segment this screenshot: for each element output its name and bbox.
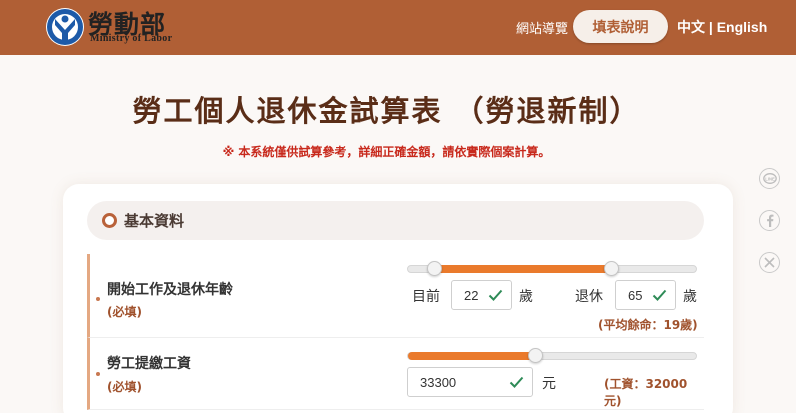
current-age-handle[interactable]: [426, 261, 442, 276]
retire-age-label: 退休: [575, 289, 603, 305]
retire-age-unit: 歲: [683, 289, 697, 305]
line-share-icon[interactable]: LINE: [759, 168, 780, 189]
lang-zh-link[interactable]: 中文: [677, 19, 705, 35]
wage-input[interactable]: 33300: [407, 367, 533, 397]
section-header-basic-info: 基本資料: [87, 201, 704, 240]
retire-age-value: 65: [628, 287, 643, 303]
lang-en-link[interactable]: English: [717, 19, 768, 35]
current-age-value: 22: [464, 287, 479, 303]
age-range-slider[interactable]: [407, 261, 697, 276]
logo-english-text: Ministry of Labor: [90, 33, 173, 44]
form-guide-button[interactable]: 填表說明: [573, 10, 668, 43]
form-row-wage: 勞工提繳工資 (必填) 33300 元 (工資：32000元): [87, 338, 704, 410]
row-bullet-icon: [96, 372, 100, 376]
page-title: 勞工個人退休金試算表 （勞退新制）: [132, 94, 641, 128]
current-age-unit: 歲: [519, 289, 533, 305]
top-header: 勞動部 Ministry of Labor 網站導覽 填表說明 中文 | Eng…: [0, 0, 796, 55]
wage-note: (工資：32000元): [604, 377, 688, 408]
check-icon: [652, 289, 667, 301]
lang-separator: |: [705, 19, 717, 35]
row-label: 勞工提繳工資: [107, 356, 191, 372]
facebook-share-icon[interactable]: [759, 210, 780, 231]
disclaimer-text: ※ 本系統僅供試算參考，詳細正確金額，請依實際個案計算。: [222, 145, 551, 159]
wage-handle[interactable]: [527, 348, 543, 363]
required-tag: (必填): [107, 305, 142, 319]
wage-slider[interactable]: [407, 348, 697, 363]
check-icon: [509, 376, 524, 388]
x-share-icon[interactable]: [759, 252, 780, 273]
svg-text:LINE: LINE: [765, 176, 775, 181]
section-title: 基本資料: [124, 212, 185, 230]
current-age-label: 目前: [412, 289, 440, 305]
language-switcher: 中文 | English: [677, 17, 767, 37]
row-bullet-icon: [96, 297, 100, 301]
row-label: 開始工作及退休年齡: [107, 282, 233, 298]
check-icon: [488, 289, 503, 301]
life-expectancy-note: (平均餘命：19歲): [598, 318, 698, 332]
retire-age-input[interactable]: 65: [615, 280, 676, 310]
current-age-input[interactable]: 22: [451, 280, 512, 310]
wage-unit: 元: [542, 376, 556, 392]
wage-slider-fill: [408, 352, 535, 360]
ministry-logo[interactable]: 勞動部 Ministry of Labor: [46, 7, 223, 47]
ministry-emblem-icon: [46, 8, 84, 46]
section-bullet-icon: [102, 213, 117, 228]
wage-value: 33300: [420, 374, 457, 390]
form-row-age: 開始工作及退休年齡 (必填) 目前 22 歲 退休 65 歲 (平均餘命：19歲…: [87, 254, 704, 338]
retire-age-handle[interactable]: [604, 261, 620, 276]
sitemap-link[interactable]: 網站導覽: [516, 18, 568, 37]
required-tag: (必填): [107, 380, 142, 394]
age-slider-fill: [433, 265, 612, 273]
